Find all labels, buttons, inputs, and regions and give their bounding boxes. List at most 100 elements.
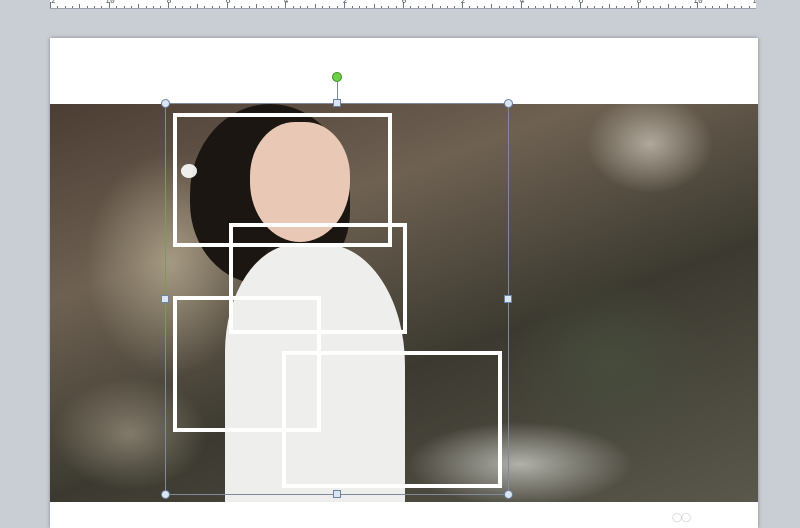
ruler-tick	[513, 6, 514, 8]
ruler-tick	[381, 6, 382, 8]
ruler-tick	[388, 6, 389, 8]
ruler-tick	[734, 6, 735, 8]
ruler-tick	[432, 4, 433, 8]
ruler-tick	[682, 6, 683, 8]
ruler-tick	[241, 6, 242, 8]
ruler-tick	[646, 6, 647, 8]
ruler-tick	[337, 6, 338, 8]
ruler-tick	[65, 6, 66, 8]
ruler-tick	[190, 6, 191, 8]
ruler-tick	[227, 2, 228, 8]
ruler-tick	[741, 6, 742, 8]
ruler-tick	[293, 6, 294, 8]
ruler-tick	[116, 6, 117, 8]
selection-bounding-box[interactable]	[165, 103, 509, 495]
ruler-tick	[602, 6, 603, 8]
resize-handle-top-left[interactable]	[161, 99, 170, 108]
ruler-tick	[307, 6, 308, 8]
ruler-tick	[285, 2, 286, 8]
ruler-label: 10	[693, 0, 703, 5]
ruler-tick	[705, 6, 706, 8]
ruler-tick	[580, 2, 581, 8]
ruler-label: 10	[105, 0, 115, 5]
ruler-tick	[425, 6, 426, 8]
watermark-logo: ◯◯	[672, 512, 691, 522]
ruler-tick	[204, 6, 205, 8]
ruler-tick	[447, 6, 448, 8]
ruler-tick	[418, 6, 419, 8]
ruler-tick	[690, 6, 691, 8]
ruler-tick	[219, 6, 220, 8]
resize-handle-left[interactable]	[161, 295, 169, 303]
ruler-tick	[124, 6, 125, 8]
ruler-tick	[138, 4, 139, 8]
ruler-tick	[160, 6, 161, 8]
ruler-tick	[94, 6, 95, 8]
resize-handle-top-right[interactable]	[504, 99, 513, 108]
resize-handle-bottom-left[interactable]	[161, 490, 170, 499]
ruler-tick	[653, 6, 654, 8]
ruler-tick	[499, 6, 500, 8]
ruler-tick	[197, 4, 198, 8]
resize-handle-bottom[interactable]	[333, 490, 341, 498]
ruler-tick	[668, 4, 669, 8]
ruler-tick	[484, 6, 485, 8]
ruler-tick	[675, 6, 676, 8]
ruler-tick	[359, 6, 360, 8]
ruler-tick	[146, 6, 147, 8]
ruler-tick	[131, 6, 132, 8]
ruler-tick	[329, 6, 330, 8]
ruler-tick	[396, 6, 397, 8]
resize-handle-bottom-right[interactable]	[504, 490, 513, 499]
ruler-tick	[660, 6, 661, 8]
ruler-tick	[182, 6, 183, 8]
resize-handle-right[interactable]	[504, 295, 512, 303]
ruler-tick	[87, 6, 88, 8]
ruler-tick	[506, 6, 507, 8]
ruler-tick	[616, 6, 617, 8]
ruler-tick	[719, 6, 720, 8]
ruler-tick	[101, 6, 102, 8]
ruler-tick	[72, 6, 73, 8]
ruler-tick	[352, 6, 353, 8]
ruler-tick	[410, 6, 411, 8]
ruler-tick	[697, 2, 698, 8]
ruler-tick	[557, 6, 558, 8]
ruler-tick	[543, 6, 544, 8]
ruler-tick	[624, 6, 625, 8]
ruler-tick	[263, 6, 264, 8]
resize-handle-top[interactable]	[333, 99, 341, 107]
ruler-tick	[50, 2, 51, 8]
ruler-tick	[631, 6, 632, 8]
ruler-tick	[454, 6, 455, 8]
ruler-tick	[521, 2, 522, 8]
ruler-tick	[109, 2, 110, 8]
ruler-tick	[153, 6, 154, 8]
ruler-tick	[256, 4, 257, 8]
ruler-tick	[212, 6, 213, 8]
ruler-tick	[79, 4, 80, 8]
ruler-tick	[249, 6, 250, 8]
ruler-tick	[550, 4, 551, 8]
ruler-tick	[57, 6, 58, 8]
ruler-tick	[403, 2, 404, 8]
ruler-tick	[572, 6, 573, 8]
ruler-tick	[535, 6, 536, 8]
ruler-tick	[168, 2, 169, 8]
ruler-tick	[462, 2, 463, 8]
ruler-tick	[587, 6, 588, 8]
ruler-tick	[315, 4, 316, 8]
ruler-tick	[374, 4, 375, 8]
ruler-tick	[594, 6, 595, 8]
ruler-tick	[440, 6, 441, 8]
ruler-tick	[271, 6, 272, 8]
ruler-tick	[234, 6, 235, 8]
ruler-tick	[366, 6, 367, 8]
ruler-tick	[749, 6, 750, 8]
rotate-handle-icon[interactable]	[332, 72, 342, 82]
ruler-tick	[477, 6, 478, 8]
ruler-tick	[491, 4, 492, 8]
ruler-tick	[712, 6, 713, 8]
horizontal-ruler[interactable]: 12108642024681012	[50, 0, 756, 9]
ruler-tick	[322, 6, 323, 8]
